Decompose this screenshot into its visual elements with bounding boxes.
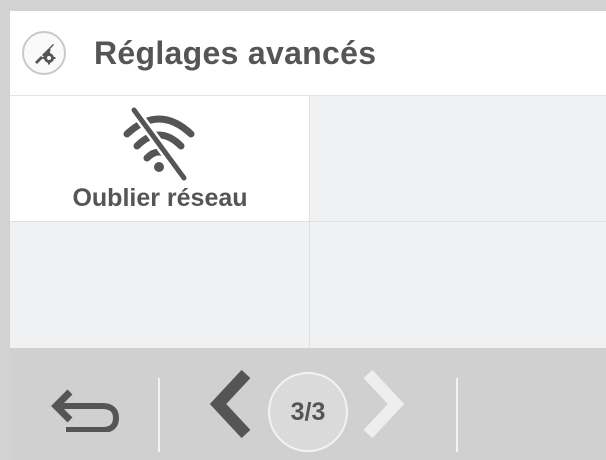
chevron-left-icon — [209, 369, 251, 439]
forget-network-button[interactable]: Oublier réseau — [10, 96, 310, 222]
footer-divider — [158, 378, 160, 452]
empty-grid-cell — [310, 222, 606, 348]
page-indicator: 3/3 — [268, 372, 348, 452]
advanced-settings-screen: Réglages avancés Oublier réseau 3/3 — [10, 11, 606, 460]
settings-grid: Oublier réseau — [10, 96, 606, 348]
header-bar: Réglages avancés — [10, 11, 606, 96]
back-button[interactable] — [36, 378, 136, 438]
advanced-settings-tools-icon — [22, 31, 66, 75]
page-title: Réglages avancés — [94, 35, 377, 71]
forget-network-label: Oublier réseau — [72, 184, 248, 212]
empty-grid-cell — [10, 222, 310, 348]
empty-grid-cell — [310, 96, 606, 222]
navigation-footer: 3/3 — [10, 348, 606, 460]
next-page-button[interactable] — [356, 368, 408, 440]
chevron-right-icon — [363, 369, 405, 439]
back-arrow-icon — [51, 389, 120, 432]
wifi-off-icon — [114, 104, 204, 189]
previous-page-button[interactable] — [206, 368, 258, 440]
page-indicator-text: 3/3 — [290, 398, 326, 426]
footer-divider — [456, 378, 458, 452]
